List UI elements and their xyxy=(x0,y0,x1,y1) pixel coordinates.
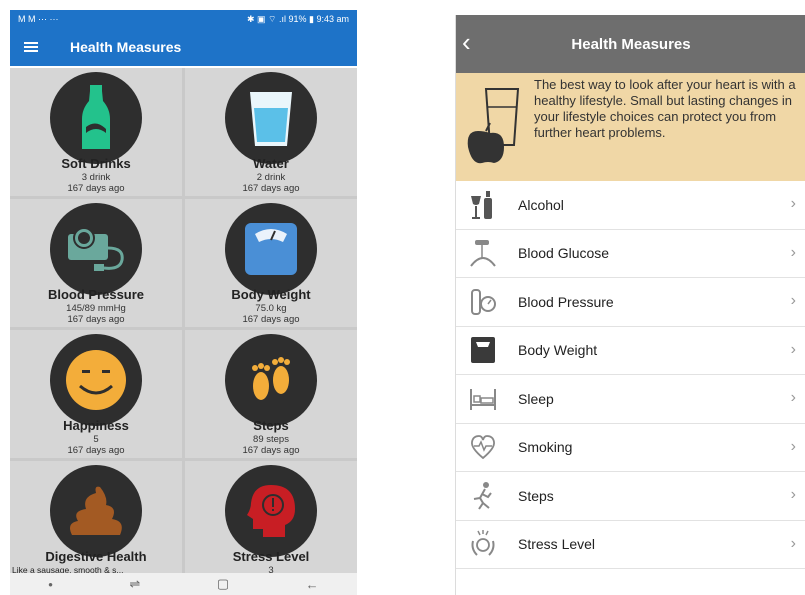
tile-water[interactable]: Water 2 drink 167 days ago xyxy=(185,68,357,196)
tile-value: 2 drink xyxy=(256,172,286,183)
back-button[interactable]: ← xyxy=(306,577,319,592)
tile-last-updated: 167 days ago xyxy=(67,183,125,194)
chevron-right-icon: › xyxy=(790,389,796,406)
apple-glass-illustration-icon xyxy=(467,88,520,164)
page-title: Health Measures xyxy=(70,39,182,55)
chevron-right-icon: › xyxy=(790,292,796,309)
chevron-right-icon: › xyxy=(790,486,796,503)
poop-icon xyxy=(50,465,142,557)
list-item-body-weight[interactable]: Body Weight › xyxy=(456,327,805,375)
tile-title: Steps xyxy=(253,418,289,433)
smiley-face-icon xyxy=(50,334,142,426)
left-phone-screen: M M ⋯ ··· ✱ ▣ ⌔ .ıl 91% ▮ 9:43 am Health… xyxy=(10,10,357,595)
chevron-right-icon: › xyxy=(790,195,796,212)
tile-value: 145/89 mmHg xyxy=(66,303,126,314)
list-item-smoking[interactable]: Smoking › xyxy=(456,424,805,472)
list-item-blood-glucose[interactable]: Blood Glucose › xyxy=(456,230,805,278)
soft-drink-bottle-icon xyxy=(50,72,142,164)
chevron-right-icon: › xyxy=(790,437,796,455)
measures-list: Alcohol › Blood Glucose › Blood Pressure… xyxy=(456,181,805,569)
recent-apps-button[interactable]: ⇌ xyxy=(129,576,140,592)
list-item-blood-pressure[interactable]: Blood Pressure › xyxy=(456,278,805,327)
tile-title: Stress Level xyxy=(232,549,310,564)
tile-last-updated: 167 days ago xyxy=(242,445,300,456)
list-item-alcohol[interactable]: Alcohol › xyxy=(456,181,805,230)
chevron-right-icon: › xyxy=(790,243,796,261)
list-item-steps[interactable]: Steps › xyxy=(456,472,805,521)
chevron-right-icon: › xyxy=(790,534,796,552)
app-bar: Health Measures xyxy=(10,28,357,66)
tile-value: 75.0 kg xyxy=(255,303,287,314)
running-person-icon xyxy=(468,481,498,511)
menu-icon[interactable] xyxy=(24,42,38,52)
list-item-label: Blood Glucose xyxy=(518,245,610,262)
back-arrow-button[interactable]: ‹ xyxy=(462,29,471,55)
list-item-label: Smoking xyxy=(518,439,573,456)
tile-blood-pressure[interactable]: Blood Pressure 145/89 mmHg 167 days ago xyxy=(10,199,182,327)
list-item-label: Sleep xyxy=(518,390,554,407)
heart-pulse-icon xyxy=(468,432,498,462)
tile-digestive-health[interactable]: Digestive Health Like a sausage, smooth … xyxy=(10,461,182,587)
right-phone-screen: ‹ Health Measures The best way to look a… xyxy=(455,15,805,595)
scale-icon xyxy=(225,203,317,295)
list-item-label: Steps xyxy=(518,487,554,504)
tile-last-updated: 167 days ago xyxy=(242,183,300,194)
list-item-label: Blood Pressure xyxy=(518,293,614,310)
chevron-right-icon: › xyxy=(790,340,796,358)
tile-last-updated: 167 days ago xyxy=(67,445,125,456)
tile-stress-level[interactable]: Stress Level 3 xyxy=(185,461,357,587)
glucose-meter-icon xyxy=(468,238,498,268)
blood-pressure-cuff-icon xyxy=(468,287,498,317)
status-bar: M M ⋯ ··· ✱ ▣ ⌔ .ıl 91% ▮ 9:43 am xyxy=(10,10,357,28)
status-left: M M ⋯ ··· xyxy=(18,13,59,24)
tile-value: 89 steps xyxy=(253,434,289,445)
tile-last-updated: 167 days ago xyxy=(67,314,125,325)
footprints-icon xyxy=(225,334,317,426)
tile-last-updated: 167 days ago xyxy=(242,314,300,325)
tile-title: Soft Drinks xyxy=(61,156,131,171)
bed-icon xyxy=(468,384,498,414)
status-right: ✱ ▣ ⌔ .ıl 91% ▮ 9:43 am xyxy=(247,13,349,24)
tile-body-weight[interactable]: Body Weight 75.0 kg 167 days ago xyxy=(185,199,357,327)
banner-text: The best way to look after your heart is… xyxy=(534,77,796,140)
system-nav-bar: • ⇌ ▢ ← xyxy=(10,573,357,595)
nav-dot-button[interactable]: • xyxy=(48,577,53,592)
list-item-label: Alcohol xyxy=(518,196,564,213)
list-item-label: Body Weight xyxy=(518,342,598,359)
measures-grid: Soft Drinks 3 drink 167 days ago Water 2… xyxy=(10,68,357,587)
page-title: Health Measures xyxy=(571,35,691,53)
tile-title: Blood Pressure xyxy=(47,287,145,302)
tile-happiness[interactable]: Happiness 5 167 days ago xyxy=(10,330,182,458)
home-button[interactable]: ▢ xyxy=(217,576,229,592)
water-glass-icon xyxy=(225,72,317,164)
tile-title: Digestive Health xyxy=(45,549,147,564)
stressed-head-icon xyxy=(225,465,317,557)
scale-icon xyxy=(468,335,498,365)
list-item-sleep[interactable]: Sleep › xyxy=(456,375,805,424)
tile-soft-drinks[interactable]: Soft Drinks 3 drink 167 days ago xyxy=(10,68,182,196)
tile-title: Body Weight xyxy=(231,287,311,302)
stressed-hands-head-icon xyxy=(468,529,498,559)
tile-value: 5 xyxy=(93,434,99,445)
tile-title: Water xyxy=(253,156,289,171)
list-item-stress-level[interactable]: Stress Level › xyxy=(456,521,805,569)
wine-bottle-glass-icon xyxy=(468,190,498,220)
tile-title: Happiness xyxy=(63,418,129,433)
info-banner: The best way to look after your heart is… xyxy=(456,73,805,181)
header-bar: ‹ Health Measures xyxy=(456,15,805,73)
list-item-label: Stress Level xyxy=(518,536,596,553)
tile-steps[interactable]: Steps 89 steps 167 days ago xyxy=(185,330,357,458)
tile-value: 3 drink xyxy=(81,172,111,183)
blood-pressure-monitor-icon xyxy=(50,203,142,295)
